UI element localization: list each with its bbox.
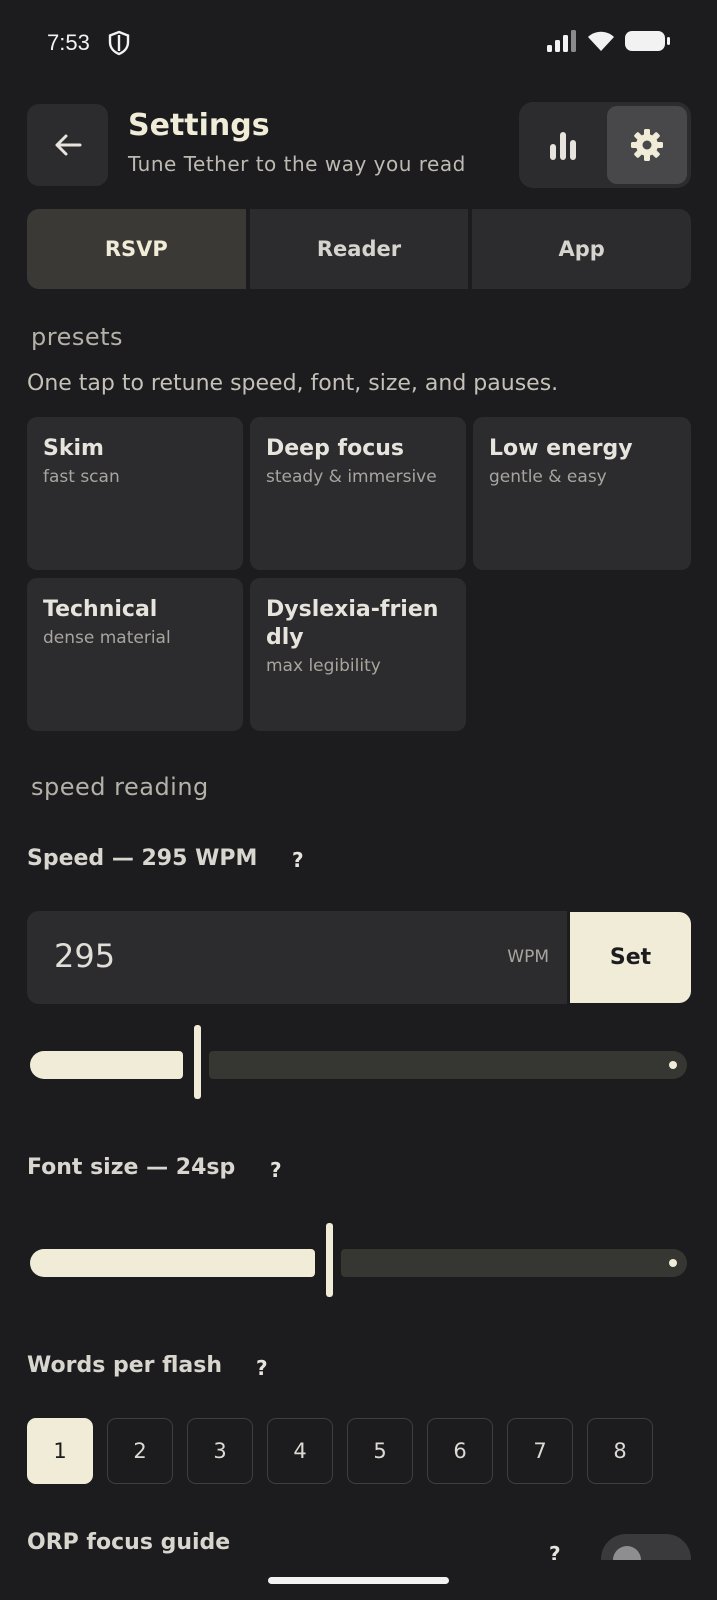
words-per-flash-options: 1 2 3 4 5 6 7 8 bbox=[27, 1418, 653, 1484]
stats-button[interactable] bbox=[523, 106, 603, 184]
speed-input-value: 295 bbox=[54, 937, 116, 975]
signal-icon bbox=[547, 30, 576, 52]
page-subtitle: Tune Tether to the way you read bbox=[128, 152, 466, 176]
orp-row: ORP focus guide ? bbox=[27, 1530, 691, 1560]
preset-technical[interactable]: Technical dense material bbox=[27, 578, 243, 731]
presets-description: One tap to retune speed, font, size, and… bbox=[27, 371, 559, 396]
word-option-1[interactable]: 1 bbox=[27, 1418, 93, 1484]
toggle-knob bbox=[613, 1546, 641, 1560]
orp-help-button[interactable]: ? bbox=[549, 1542, 561, 1560]
font-size-label: Font size — 24sp bbox=[27, 1155, 236, 1180]
word-option-3[interactable]: 3 bbox=[187, 1418, 253, 1484]
preset-name: Low energy bbox=[489, 436, 633, 461]
bar-chart-icon bbox=[550, 132, 576, 160]
status-icons bbox=[547, 30, 671, 52]
arrow-left-icon bbox=[55, 134, 81, 156]
slider-thumb[interactable] bbox=[194, 1025, 201, 1099]
preset-name: Deep focus bbox=[266, 436, 404, 461]
slider-fill bbox=[30, 1249, 315, 1277]
settings-button[interactable] bbox=[607, 106, 687, 184]
preset-name: Technical bbox=[43, 597, 158, 622]
tab-reader[interactable]: Reader bbox=[249, 209, 469, 289]
set-speed-button[interactable]: Set bbox=[570, 912, 691, 1003]
home-indicator[interactable] bbox=[268, 1577, 449, 1584]
shield-icon bbox=[108, 30, 130, 56]
back-button[interactable] bbox=[27, 104, 108, 186]
gear-icon bbox=[631, 129, 663, 161]
slider-end-dot bbox=[669, 1259, 677, 1267]
preset-name: Dyslexia-friendly bbox=[266, 597, 439, 650]
preset-skim[interactable]: Skim fast scan bbox=[27, 417, 243, 570]
preset-sub: fast scan bbox=[43, 467, 120, 487]
status-time: 7:53 bbox=[47, 30, 90, 55]
wifi-icon bbox=[588, 31, 614, 51]
speed-help-button[interactable]: ? bbox=[292, 848, 304, 872]
mode-toggle bbox=[519, 102, 691, 188]
orp-label: ORP focus guide bbox=[27, 1530, 231, 1555]
header: Settings Tune Tether to the way you read bbox=[27, 102, 691, 188]
word-option-4[interactable]: 4 bbox=[267, 1418, 333, 1484]
speed-reading-section-label: speed reading bbox=[31, 773, 209, 801]
preset-sub: steady & immersive bbox=[266, 467, 437, 487]
preset-low-energy[interactable]: Low energy gentle & easy bbox=[473, 417, 691, 570]
battery-icon bbox=[625, 31, 670, 51]
tab-app[interactable]: App bbox=[472, 209, 692, 289]
speed-label: Speed — 295 WPM bbox=[27, 846, 258, 871]
presets-section-label: presets bbox=[31, 323, 124, 351]
settings-tabs: RSVP Reader App bbox=[27, 209, 692, 289]
orp-toggle[interactable] bbox=[601, 1534, 691, 1560]
speed-input[interactable]: 295 WPM bbox=[27, 911, 567, 1004]
font-size-help-button[interactable]: ? bbox=[270, 1158, 282, 1182]
speed-unit: WPM bbox=[507, 947, 549, 967]
word-option-2[interactable]: 2 bbox=[107, 1418, 173, 1484]
word-option-8[interactable]: 8 bbox=[587, 1418, 653, 1484]
slider-track bbox=[209, 1051, 687, 1079]
slider-thumb[interactable] bbox=[326, 1223, 333, 1297]
preset-name: Skim bbox=[43, 436, 104, 461]
slider-end-dot bbox=[669, 1061, 677, 1069]
words-per-flash-label: Words per flash bbox=[27, 1353, 223, 1378]
status-bar: 7:53 bbox=[0, 0, 717, 88]
preset-sub: dense material bbox=[43, 628, 171, 648]
tab-rsvp[interactable]: RSVP bbox=[27, 209, 246, 289]
preset-deep-focus[interactable]: Deep focus steady & immersive bbox=[250, 417, 466, 570]
slider-track bbox=[341, 1249, 687, 1277]
font-size-slider[interactable] bbox=[30, 1223, 687, 1303]
preset-sub: gentle & easy bbox=[489, 467, 607, 487]
word-option-5[interactable]: 5 bbox=[347, 1418, 413, 1484]
slider-fill bbox=[30, 1051, 183, 1079]
word-option-6[interactable]: 6 bbox=[427, 1418, 493, 1484]
speed-slider[interactable] bbox=[30, 1025, 687, 1105]
word-option-7[interactable]: 7 bbox=[507, 1418, 573, 1484]
preset-sub: max legibility bbox=[266, 656, 381, 676]
preset-dyslexia-friendly[interactable]: Dyslexia-friendly max legibility bbox=[250, 578, 466, 731]
page-title: Settings bbox=[128, 108, 270, 143]
words-per-flash-help-button[interactable]: ? bbox=[256, 1356, 268, 1380]
